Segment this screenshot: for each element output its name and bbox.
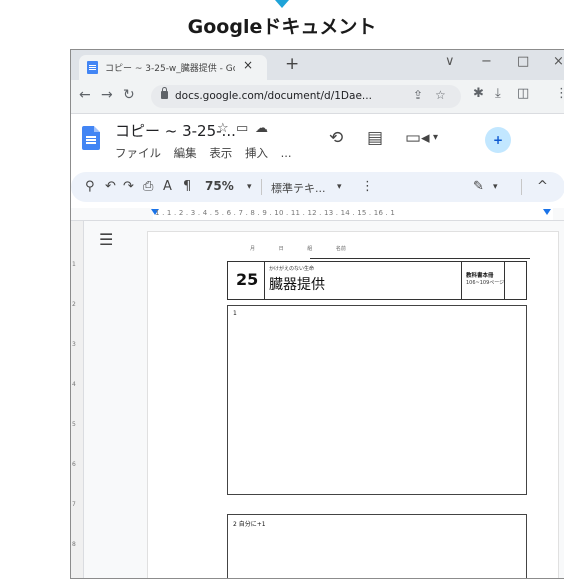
share-page-icon[interactable]: ⇪ [413,88,423,102]
zoom-select[interactable]: 75% [205,179,234,193]
menu-edit[interactable]: 編集 [174,146,197,160]
extensions-puzzle-icon[interactable]: ✱ [473,86,484,101]
docs-favicon-icon [87,61,98,74]
name-label: 名前 [335,246,346,252]
cloud-status-icon[interactable]: ☁ [255,121,268,136]
style-select[interactable]: 標準テキ... [271,180,326,196]
browser-tab[interactable]: コピー ~ 3-25-w_臓器提供 - Goo × [79,55,267,80]
caption-title: Googleドキュメント [187,16,377,38]
star-icon[interactable]: ☆ [217,121,229,136]
toolbar-more-icon[interactable]: ⋮ [361,179,374,194]
tab-bar: コピー ~ 3-25-w_臓器提供 - Goo × + ∨ − □ × [71,50,564,80]
lesson-subtitle: かけがえのない生命 [269,266,315,272]
spellcheck-icon[interactable]: A [163,179,172,194]
zoom-chevron-down-icon[interactable]: ▾ [247,182,252,192]
address-bar-row: ← → ↻ docs.google.com/document/d/1Dae...… [71,80,564,114]
bookmark-star-icon[interactable]: ☆ [435,88,446,102]
ruler-numbers: 1 . 1 . 2 . 3 . 4 . 5 . 6 . 7 . 8 . 9 . … [155,209,396,217]
lesson-title: 臓器提供 [269,277,325,293]
forward-arrow-icon[interactable]: → [101,87,113,103]
sidepanel-icon[interactable]: ◫ [517,86,529,101]
tab-close-icon[interactable]: × [243,58,253,72]
caption-arrow [275,0,289,8]
vruler-mark: 2 [72,301,76,308]
answer-box-2-label: 2 自分に+1 [233,521,266,528]
answer-box-1[interactable]: 1 [227,305,527,495]
tab-search-icon[interactable]: ∨ [445,54,455,69]
textbook-pages: 106~109ページ [466,280,505,286]
minimize-button[interactable]: − [481,54,492,69]
vertical-ruler[interactable]: 1 2 3 4 5 6 7 8 [71,221,84,578]
close-window-button[interactable]: × [553,54,564,69]
history-icon[interactable]: ⟲ [329,128,343,148]
new-tab-button[interactable]: + [285,54,299,74]
month-label: 月 [250,246,256,252]
name-underline [310,258,530,259]
right-indent-marker[interactable] [543,209,551,215]
vruler-mark: 3 [72,341,76,348]
download-icon[interactable]: ⤓ [495,86,501,101]
collapse-toolbar-icon[interactable]: ^ [537,179,548,194]
style-chevron-down-icon[interactable]: ▾ [337,182,342,192]
reload-icon[interactable]: ↻ [123,87,135,103]
share-button[interactable]: + [485,127,511,153]
vruler-mark: 5 [72,421,76,428]
class-label: 組 [307,246,313,252]
browser-menu-icon[interactable]: ⋮ [555,86,564,101]
lock-icon [161,87,168,99]
search-icon[interactable]: ⚲ [85,179,95,194]
toolbar-divider-2 [521,179,522,195]
date-name-row: 月 日 組 名前 [248,245,368,252]
lesson-number: 25 [236,270,259,289]
paint-format-icon[interactable]: ¶ [183,179,191,194]
edit-mode-pencil-icon[interactable]: ✎ [473,179,484,194]
toolbar-divider [261,179,262,195]
move-folder-icon[interactable]: ▭ [236,121,248,136]
lesson-header-table: 25 かけがえのない生命 臓器提供 教科書本冊 106~109ページ [227,261,527,300]
menu-file[interactable]: ファイル [115,146,161,160]
vruler-mark: 8 [72,541,76,548]
add-person-icon: + [492,133,504,147]
document-page[interactable]: 月 日 組 名前 25 かけがえのない生命 臓器提供 教科書本冊 106~109… [147,231,559,578]
url-text: docs.google.com/document/d/1Dae... [175,90,372,102]
browser-window: コピー ~ 3-25-w_臓器提供 - Goo × + ∨ − □ × ← → … [70,49,564,579]
table-divider [264,262,265,299]
horizontal-ruler[interactable]: 1 . 1 . 2 . 3 . 4 . 5 . 6 . 7 . 8 . 9 . … [71,208,564,221]
menu-more[interactable]: ... [281,146,292,160]
docs-header: コピー ~ 3-25-... ☆ ▭ ☁ ファイル 編集 表示 挿入 ... ⟲… [71,114,564,170]
comments-icon[interactable]: ▤ [367,128,383,148]
back-arrow-icon[interactable]: ← [79,87,91,103]
vruler-mark: 7 [72,501,76,508]
undo-icon[interactable]: ↶ [105,179,116,194]
vruler-mark: 4 [72,381,76,388]
meet-chevron-down-icon[interactable]: ▾ [433,132,438,143]
document-outline-icon[interactable]: ☰ [99,230,113,249]
menu-insert[interactable]: 挿入 [245,146,268,160]
textbook-reference: 教科書本冊 [466,273,494,279]
meet-video-icon[interactable]: ▭◂ [405,128,430,148]
menu-bar: ファイル 編集 表示 挿入 ... [115,145,301,161]
formatting-toolbar: ⚲ ↶ ↷ ⎙ A ¶ 75% ▾ 標準テキ... ▾ ⋮ ✎ ▾ ^ [71,172,564,202]
vruler-mark: 1 [72,261,76,268]
table-divider [461,262,462,299]
menu-view[interactable]: 表示 [209,146,232,160]
edit-mode-chevron-icon[interactable]: ▾ [493,182,498,192]
url-field[interactable]: docs.google.com/document/d/1Dae... ⇪ ☆ [151,85,461,108]
vruler-mark: 6 [72,461,76,468]
maximize-button[interactable]: □ [517,54,529,69]
table-divider [504,262,505,299]
tab-title: コピー ~ 3-25-w_臓器提供 - Goo [105,64,235,74]
answer-box-1-label: 1 [233,310,237,317]
answer-box-2[interactable]: 2 自分に+1 [227,514,527,578]
document-canvas: 1 2 3 4 5 6 7 8 ☰ 月 日 組 名前 25 かけがえのない生命 … [71,221,564,578]
print-icon[interactable]: ⎙ [143,179,153,194]
day-label: 日 [278,246,284,252]
redo-icon[interactable]: ↷ [123,179,134,194]
docs-logo-icon[interactable] [82,126,100,150]
